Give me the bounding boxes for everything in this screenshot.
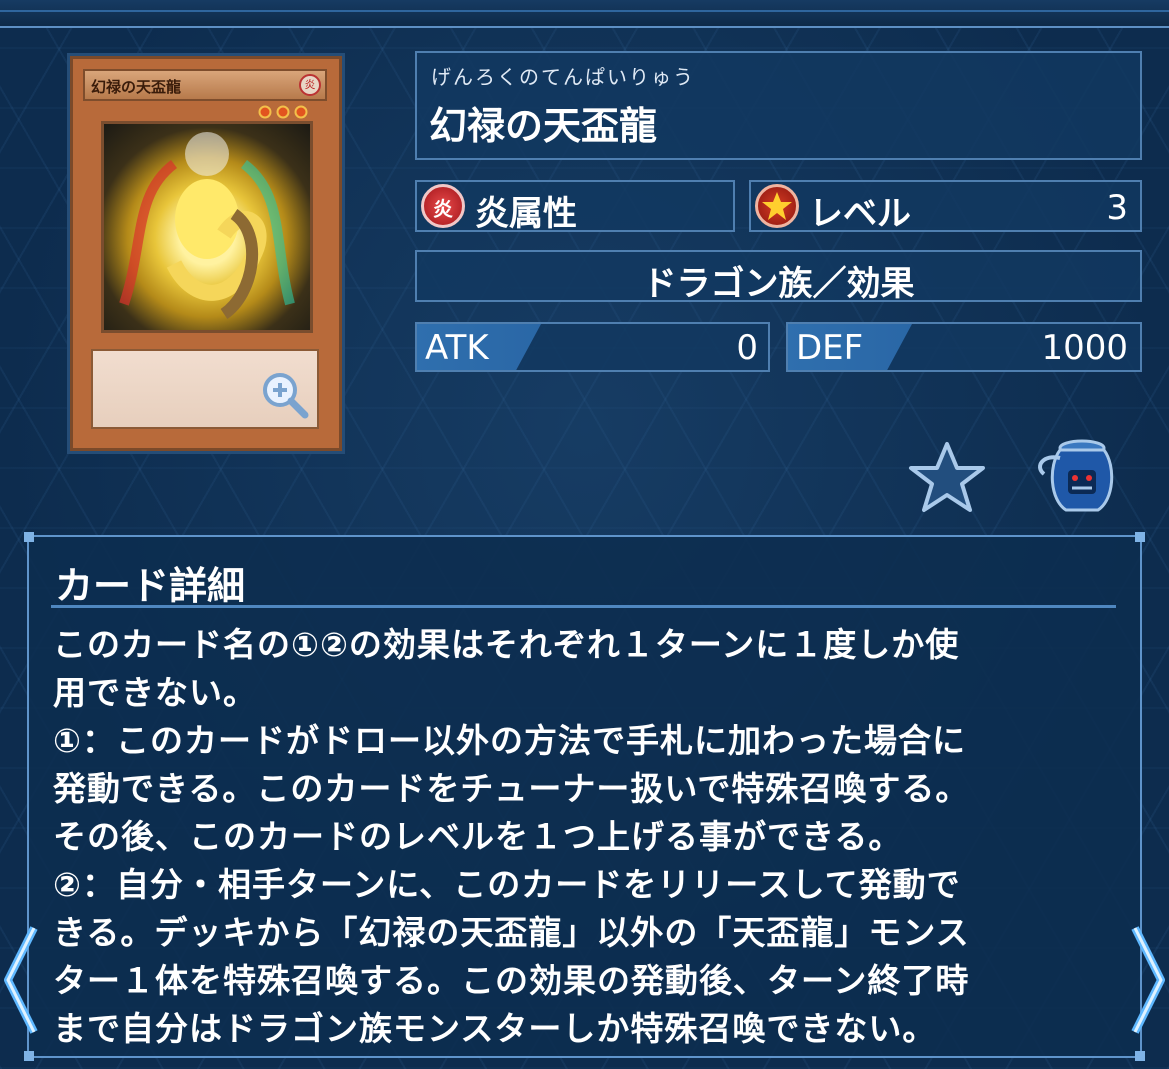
def-value: 1000 <box>1041 328 1128 368</box>
fire-attribute-icon: 炎 <box>421 184 465 228</box>
level-value: 3 <box>1106 188 1128 228</box>
card-detail-title: カード詳細 <box>55 564 246 608</box>
detail-divider <box>51 605 1116 608</box>
panel-corner <box>1135 532 1145 542</box>
chevron-left-icon[interactable] <box>0 920 40 1040</box>
atk-value: 0 <box>736 328 758 368</box>
card-name-reading: げんろくのてんぱいりゅう <box>431 65 695 89</box>
panel-corner <box>24 1051 34 1061</box>
panel-corner <box>1135 1051 1145 1061</box>
level-panel: レベル 3 <box>749 180 1142 234</box>
card-image[interactable]: 幻禄の天盃龍 炎 <box>70 56 342 451</box>
fire-attribute-icon-label: 炎 <box>433 197 453 221</box>
atk-panel: ATK 0 <box>415 322 770 372</box>
monster-type: ドラゴン族／効果 <box>642 264 915 304</box>
top-bar <box>0 0 1169 28</box>
panel-corner <box>24 532 34 542</box>
pot-icon[interactable] <box>1030 436 1116 518</box>
level-label: レベル <box>809 194 911 234</box>
card-effect-text: このカード名の①②の効果はそれぞれ１ターンに１度しか使 用できない。 ①：このカ… <box>53 625 970 1048</box>
card-name-panel: げんろくのてんぱいりゅう 幻禄の天盃龍 <box>415 51 1142 160</box>
card-artwork <box>101 121 313 333</box>
atk-label: ATK <box>425 328 489 368</box>
level-star-icon <box>755 184 799 228</box>
star-icon[interactable] <box>906 440 988 514</box>
card-detail-panel: カード詳細 このカード名の①②の効果はそれぞれ１ターンに１度しか使 用できない。… <box>24 532 1145 1061</box>
def-panel: DEF 1000 <box>786 322 1142 372</box>
card-image-attribute-icon: 炎 <box>299 74 321 96</box>
zoom-in-icon[interactable] <box>259 369 311 421</box>
attribute-label: 炎属性 <box>475 194 577 234</box>
card-image-name: 幻禄の天盃龍 <box>91 78 182 96</box>
card-image-name-bar: 幻禄の天盃龍 炎 <box>83 69 327 101</box>
attribute-panel: 炎 炎属性 <box>415 180 735 234</box>
chevron-right-icon[interactable] <box>1129 920 1169 1040</box>
type-panel: ドラゴン族／効果 <box>415 250 1142 304</box>
card-title: 幻禄の天盃龍 <box>429 104 658 148</box>
def-label: DEF <box>796 328 864 368</box>
